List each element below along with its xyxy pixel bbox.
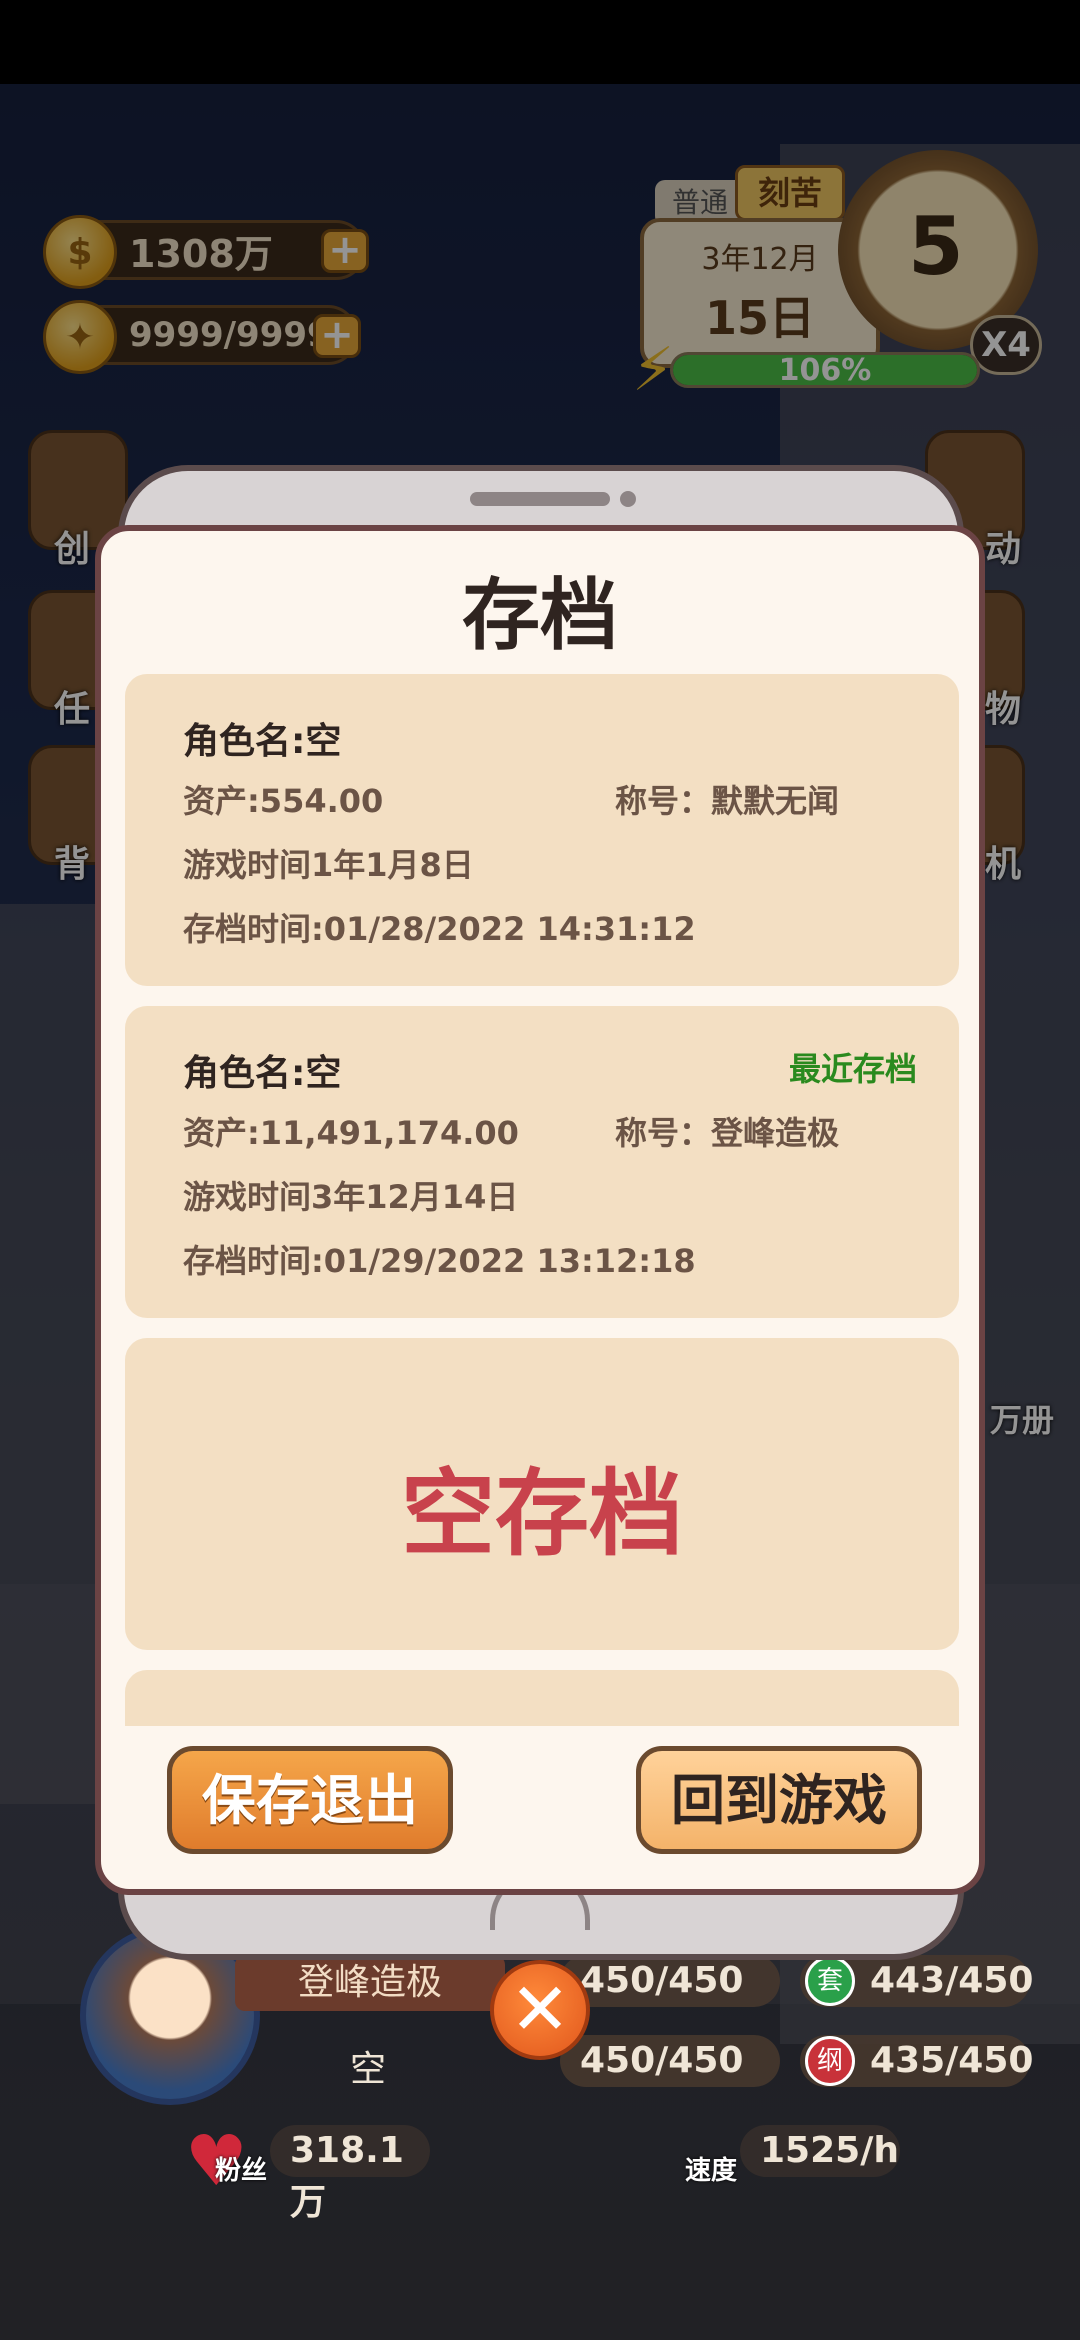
- speed-value: 1525/h: [740, 2125, 900, 2177]
- stat-3: 450/450: [560, 2035, 780, 2087]
- phone-speaker: [470, 492, 610, 506]
- slot-assets: 资产:11,491,174.00: [183, 1114, 519, 1152]
- empty-slot-label: 空存档: [400, 1460, 683, 1569]
- save-and-quit-button[interactable]: 保存退出: [167, 1746, 453, 1854]
- phone-camera: [620, 491, 636, 507]
- back-to-game-button[interactable]: 回到游戏: [636, 1746, 922, 1854]
- speed-label: 速度: [685, 2156, 738, 2186]
- recent-save-badge: 最近存档: [788, 1050, 917, 1088]
- close-icon[interactable]: ✕: [490, 1960, 590, 2060]
- slot-title: 称号：默默无闻: [615, 782, 840, 820]
- fans-value: 318.1万: [270, 2125, 430, 2223]
- save-slot-empty[interactable]: 空存档: [125, 1338, 959, 1650]
- slot-save-time: 存档时间:01/28/2022 14:31:12: [183, 910, 696, 948]
- slot-save-time: 存档时间:01/29/2022 13:12:18: [183, 1242, 696, 1280]
- slot-play-time: 游戏时间1年1月8日: [183, 846, 474, 884]
- player-title: 登峰造极: [235, 1955, 505, 2011]
- save-slot-4[interactable]: [125, 1670, 959, 1726]
- stat-4-icon: 纲: [805, 2036, 855, 2086]
- stat-1: 450/450: [560, 1955, 780, 2007]
- slot-character-name: 角色名:空: [183, 721, 342, 762]
- slot-assets: 资产:554.00: [183, 782, 384, 820]
- stat-2-icon: 套: [805, 1956, 855, 2006]
- slot-play-time: 游戏时间3年12月14日: [183, 1178, 519, 1216]
- dialog-title: 存档: [461, 571, 618, 661]
- slot-title: 称号：登峰造极: [615, 1114, 840, 1152]
- player-name: 空: [350, 2049, 387, 2090]
- slot-character-name: 角色名:空: [183, 1053, 342, 1094]
- fans-label: 粉丝: [215, 2156, 268, 2186]
- save-slot-2[interactable]: 角色名:空 最近存档 资产:11,491,174.00 称号：登峰造极 游戏时间…: [125, 1006, 959, 1318]
- save-dialog: 存档 角色名:空 资产:554.00 称号：默默无闻 游戏时间1年1月8日 存档…: [95, 525, 985, 1895]
- save-slot-list[interactable]: 角色名:空 资产:554.00 称号：默默无闻 游戏时间1年1月8日 存档时间:…: [125, 674, 959, 1726]
- save-slot-1[interactable]: 角色名:空 资产:554.00 称号：默默无闻 游戏时间1年1月8日 存档时间:…: [125, 674, 959, 986]
